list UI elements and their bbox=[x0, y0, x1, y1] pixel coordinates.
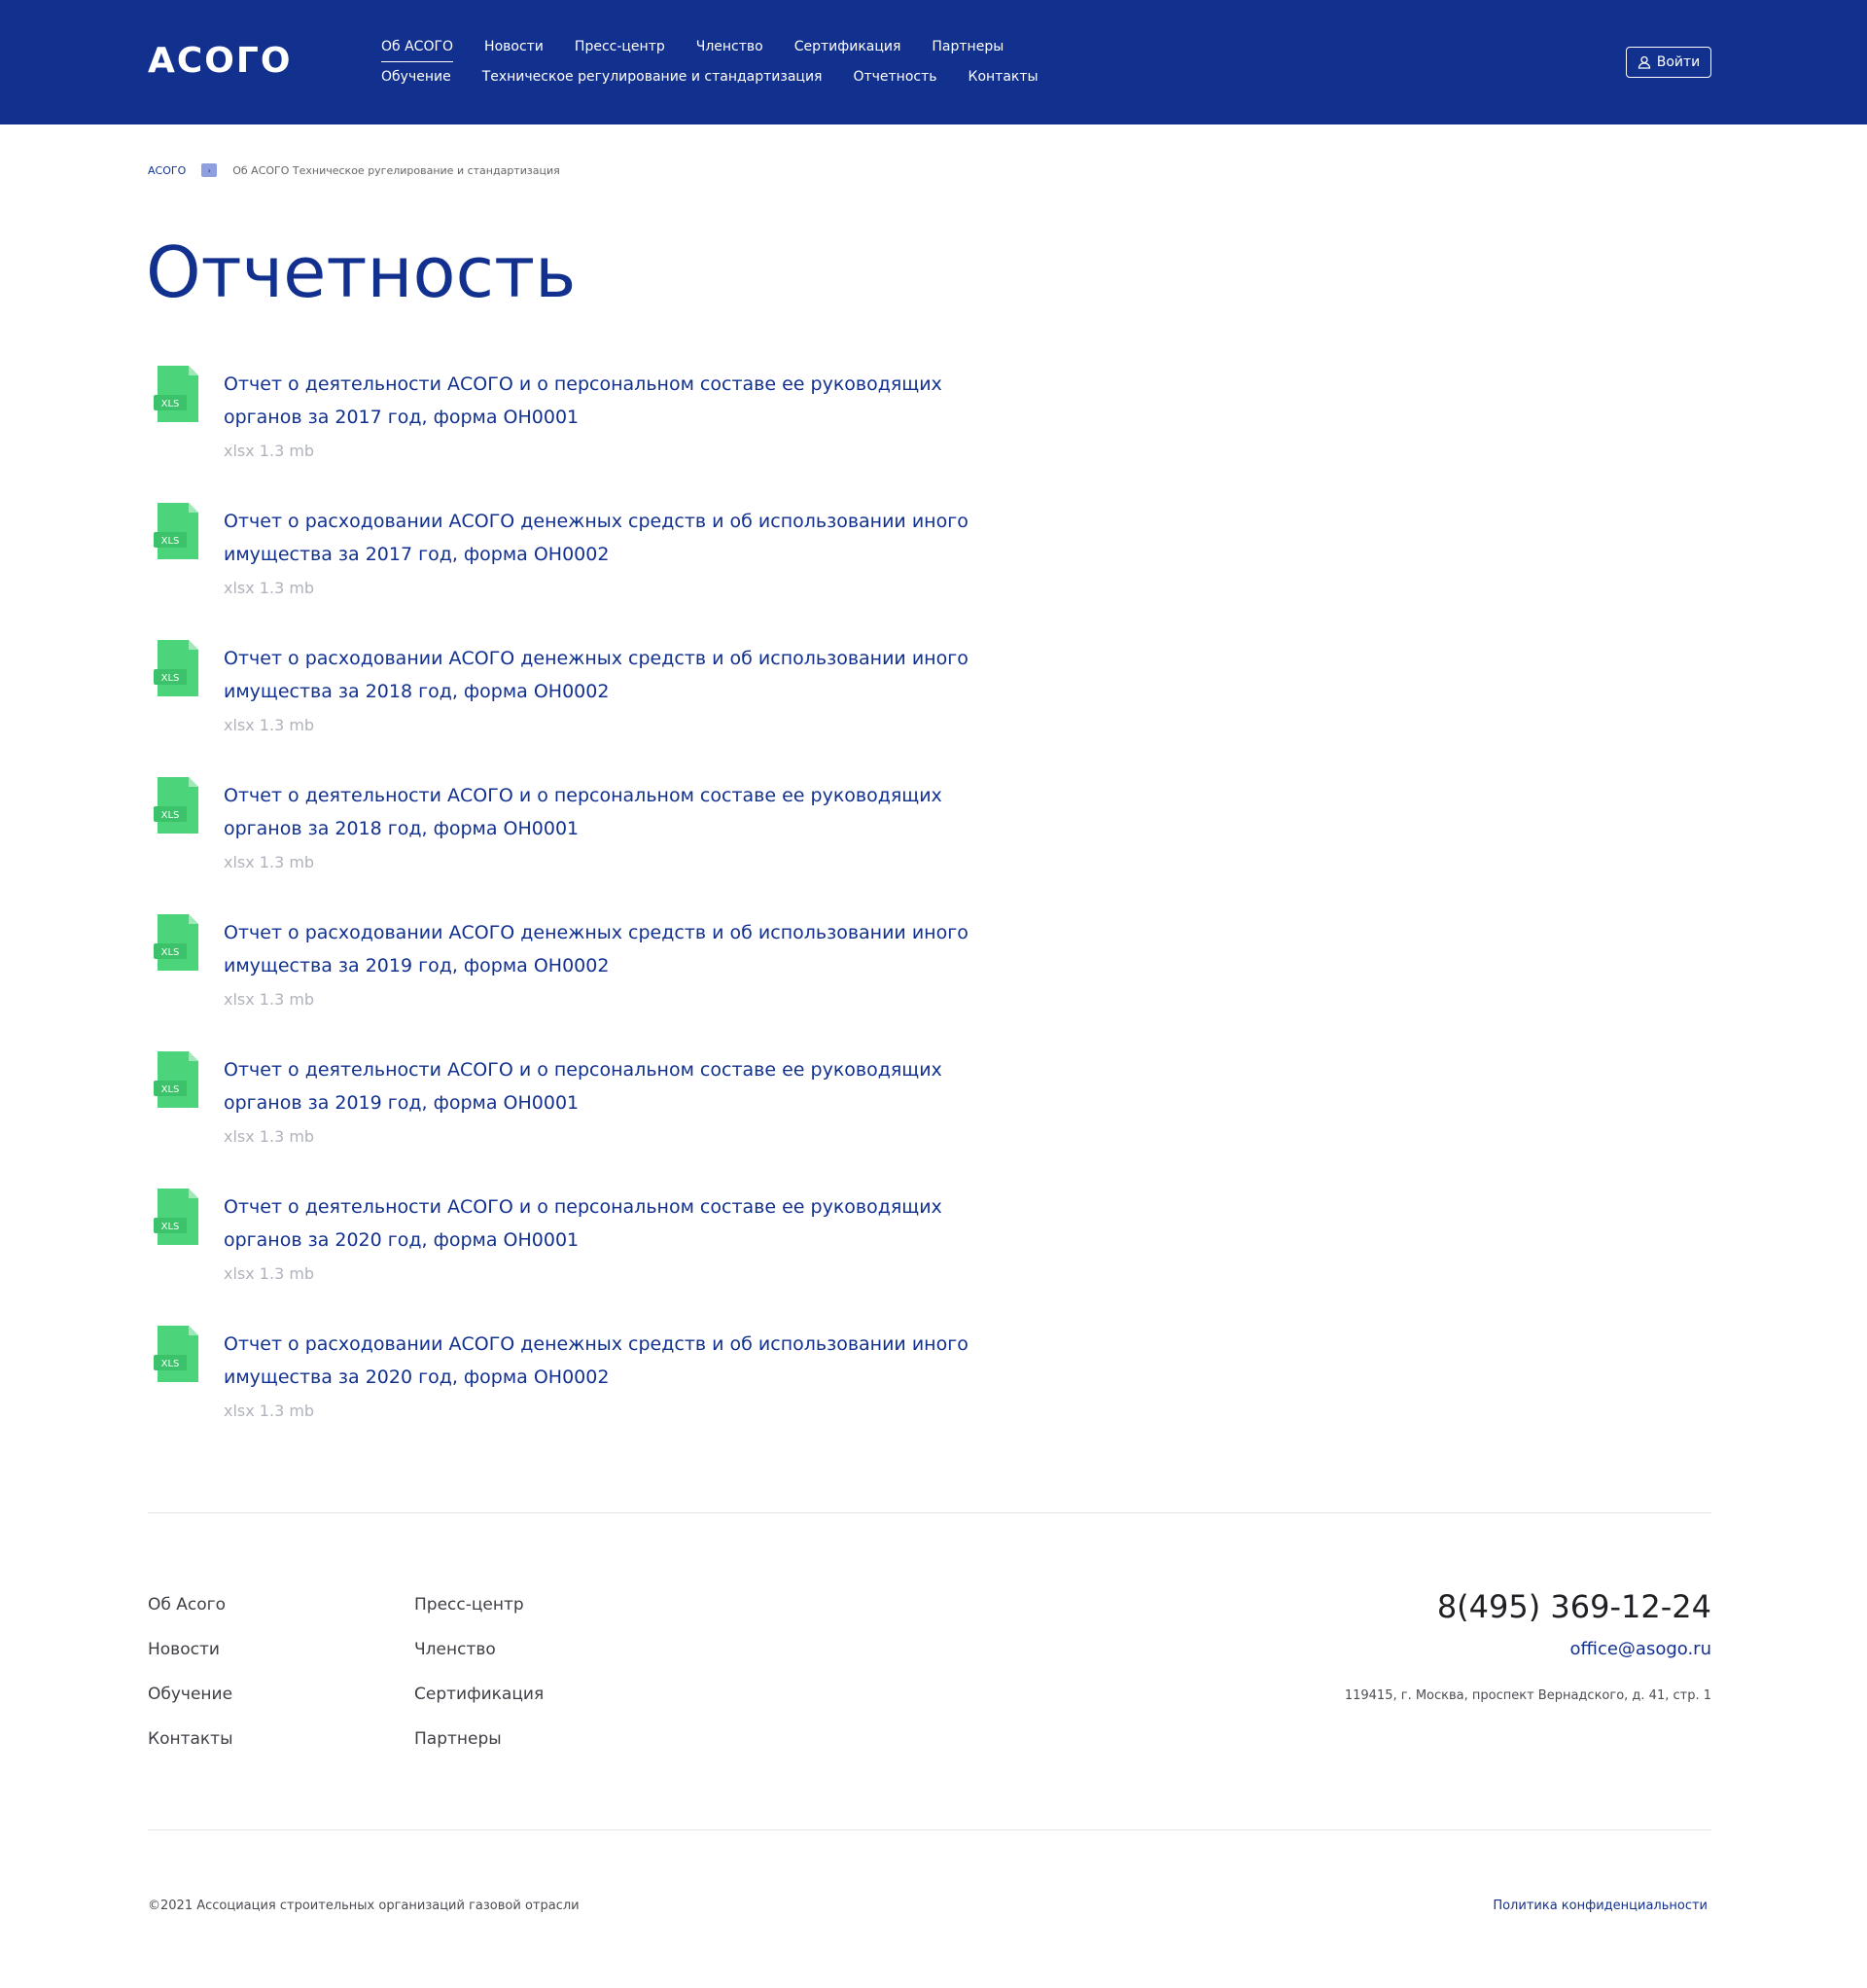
footer-link-education[interactable]: Обучение bbox=[148, 1683, 233, 1706]
document-item[interactable]: XLS Отчет о деятельности АСОГО и о персо… bbox=[148, 364, 1023, 501]
footer-link-contacts[interactable]: Контакты bbox=[148, 1727, 233, 1751]
document-title[interactable]: Отчет о деятельности АСОГО и о персональ… bbox=[224, 368, 1021, 434]
nav-item-news[interactable]: Новости bbox=[484, 39, 544, 62]
footer-link-about[interactable]: Об Асого bbox=[148, 1593, 233, 1616]
xls-file-icon: XLS bbox=[154, 1326, 198, 1382]
breadcrumb-current: Об АСОГО Техническое ругелирование и ста… bbox=[232, 163, 560, 177]
document-item[interactable]: XLS Отчет о расходовании АСОГО денежных … bbox=[148, 1324, 1023, 1461]
footer-phone[interactable]: 8(495) 369-12-24 bbox=[1345, 1588, 1711, 1625]
document-item[interactable]: XLS Отчет о деятельности АСОГО и о персо… bbox=[148, 1049, 1023, 1187]
document-meta: xlsx 1.3 mb bbox=[224, 716, 315, 734]
document-title[interactable]: Отчет о деятельности АСОГО и о персональ… bbox=[224, 1190, 1021, 1257]
breadcrumb: АСОГО › Об АСОГО Техническое ругелирован… bbox=[148, 163, 560, 177]
svg-text:XLS: XLS bbox=[161, 399, 180, 409]
xls-file-icon: XLS bbox=[154, 777, 198, 834]
footer-link-certification[interactable]: Сертификация bbox=[414, 1683, 544, 1706]
nav-item-press[interactable]: Пресс-центр bbox=[575, 39, 665, 62]
svg-text:XLS: XLS bbox=[161, 673, 180, 684]
document-title[interactable]: Отчет о расходовании АСОГО денежных сред… bbox=[224, 505, 1021, 571]
document-item[interactable]: XLS Отчет о деятельности АСОГО и о персо… bbox=[148, 1187, 1023, 1324]
xls-file-icon: XLS bbox=[154, 366, 198, 422]
footer-divider-top bbox=[148, 1512, 1711, 1513]
main-nav-row-1: Об АСОГО Новости Пресс-центр Членство Се… bbox=[381, 39, 1035, 62]
footer-contact: 8(495) 369-12-24 office@asogo.ru 119415,… bbox=[1345, 1588, 1711, 1703]
document-item[interactable]: XLS Отчет о расходовании АСОГО денежных … bbox=[148, 638, 1023, 775]
footer-link-membership[interactable]: Членство bbox=[414, 1638, 544, 1661]
xls-file-icon: XLS bbox=[154, 503, 198, 559]
xls-file-icon: XLS bbox=[154, 640, 198, 696]
main-nav-row-2: Обучение Техническое регулирование и ста… bbox=[381, 69, 1070, 85]
document-meta: xlsx 1.3 mb bbox=[224, 442, 315, 460]
document-meta: xlsx 1.3 mb bbox=[224, 990, 315, 1009]
svg-text:XLS: XLS bbox=[161, 1084, 180, 1095]
xls-file-icon: XLS bbox=[154, 1189, 198, 1245]
document-title[interactable]: Отчет о деятельности АСОГО и о персональ… bbox=[224, 1053, 1021, 1119]
xls-file-icon: XLS bbox=[154, 1051, 198, 1108]
footer-link-news[interactable]: Новости bbox=[148, 1638, 233, 1661]
document-title[interactable]: Отчет о расходовании АСОГО денежных сред… bbox=[224, 916, 1021, 982]
nav-item-contacts[interactable]: Контакты bbox=[969, 69, 1039, 85]
footer-link-press[interactable]: Пресс-центр bbox=[414, 1593, 544, 1616]
logo[interactable]: АСОГО bbox=[148, 41, 292, 81]
document-meta: xlsx 1.3 mb bbox=[224, 1127, 315, 1146]
xls-file-icon: XLS bbox=[154, 914, 198, 971]
nav-item-membership[interactable]: Членство bbox=[696, 39, 763, 62]
copyright: ©2021 Ассоциация строительных организаци… bbox=[148, 1899, 580, 1913]
footer-address: 119415, г. Москва, проспект Вернадского,… bbox=[1344, 1688, 1711, 1703]
document-meta: xlsx 1.3 mb bbox=[224, 853, 315, 871]
document-title[interactable]: Отчет о деятельности АСОГО и о персональ… bbox=[224, 779, 1021, 845]
svg-text:XLS: XLS bbox=[161, 1222, 180, 1232]
privacy-policy-link[interactable]: Политика конфиденциальности bbox=[1493, 1899, 1708, 1913]
document-title[interactable]: Отчет о расходовании АСОГО денежных сред… bbox=[224, 1328, 1021, 1394]
document-meta: xlsx 1.3 mb bbox=[224, 579, 315, 597]
document-item[interactable]: XLS Отчет о деятельности АСОГО и о персо… bbox=[148, 775, 1023, 912]
document-item[interactable]: XLS Отчет о расходовании АСОГО денежных … bbox=[148, 501, 1023, 638]
document-meta: xlsx 1.3 mb bbox=[224, 1264, 315, 1283]
svg-text:XLS: XLS bbox=[161, 1359, 180, 1369]
nav-item-certification[interactable]: Сертификация bbox=[794, 39, 901, 62]
nav-item-reports[interactable]: Отчетность bbox=[853, 69, 936, 85]
breadcrumb-separator-icon: › bbox=[201, 163, 218, 177]
document-meta: xlsx 1.3 mb bbox=[224, 1402, 315, 1420]
document-list: XLS Отчет о деятельности АСОГО и о персо… bbox=[148, 364, 1023, 1461]
svg-text:XLS: XLS bbox=[161, 810, 180, 821]
footer-nav-col-2: Пресс-центр Членство Сертификация Партне… bbox=[414, 1593, 544, 1751]
user-icon bbox=[1638, 55, 1650, 69]
footer-link-partners[interactable]: Партнеры bbox=[414, 1727, 544, 1751]
breadcrumb-home[interactable]: АСОГО bbox=[148, 164, 186, 177]
nav-item-education[interactable]: Обучение bbox=[381, 69, 451, 85]
svg-text:XLS: XLS bbox=[161, 947, 180, 958]
footer-nav-col-1: Об Асого Новости Обучение Контакты bbox=[148, 1593, 233, 1751]
footer-divider-bottom bbox=[148, 1829, 1711, 1830]
footer-email[interactable]: office@asogo.ru bbox=[1345, 1639, 1711, 1659]
nav-item-partners[interactable]: Партнеры bbox=[932, 39, 1004, 62]
document-item[interactable]: XLS Отчет о расходовании АСОГО денежных … bbox=[148, 912, 1023, 1049]
svg-text:XLS: XLS bbox=[161, 536, 180, 547]
login-button[interactable]: Войти bbox=[1626, 47, 1711, 78]
page-title: Отчетность bbox=[146, 231, 577, 313]
nav-item-regulation[interactable]: Техническое регулирование и стандартизац… bbox=[482, 69, 823, 85]
site-header: АСОГО Об АСОГО Новости Пресс-центр Членс… bbox=[0, 0, 1867, 124]
document-title[interactable]: Отчет о расходовании АСОГО денежных сред… bbox=[224, 642, 1021, 708]
nav-item-about[interactable]: Об АСОГО bbox=[381, 39, 454, 62]
login-label: Войти bbox=[1656, 54, 1701, 70]
